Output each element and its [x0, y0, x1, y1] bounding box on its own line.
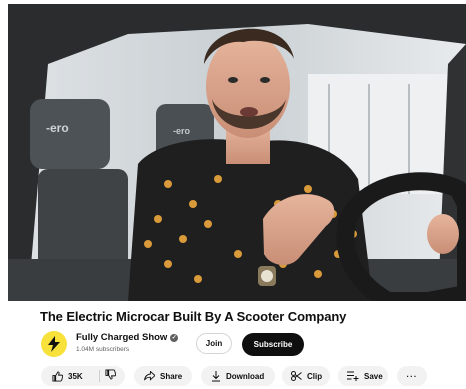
- download-button[interactable]: Download: [201, 366, 275, 386]
- youtube-watch-page: -ero -ero The Electric Microcar Built By…: [0, 0, 466, 389]
- seat-logo-left: -ero: [46, 121, 69, 135]
- share-icon: [144, 371, 155, 381]
- save-label: Save: [364, 371, 383, 381]
- join-button[interactable]: Join: [196, 333, 232, 354]
- action-bar: 35K Share Download Clip Save ···: [0, 366, 466, 388]
- video-player[interactable]: -ero -ero: [8, 4, 466, 301]
- download-icon: [211, 370, 221, 382]
- save-button[interactable]: Save: [338, 366, 388, 386]
- subscribe-button[interactable]: Subscribe: [242, 333, 304, 356]
- channel-avatar[interactable]: [41, 331, 67, 357]
- share-label: Share: [160, 371, 183, 381]
- more-actions-button[interactable]: ···: [397, 366, 427, 386]
- like-count[interactable]: 35K: [68, 372, 83, 381]
- share-button[interactable]: Share: [134, 366, 192, 386]
- more-icon: ···: [406, 371, 418, 381]
- subscriber-count: 1.04M subscribers: [76, 346, 130, 353]
- video-title: The Electric Microcar Built By A Scooter…: [40, 309, 347, 324]
- scissors-icon: [291, 371, 302, 381]
- like-dislike-group: 35K: [41, 366, 125, 386]
- channel-name-label: Fully Charged Show: [76, 332, 168, 343]
- clip-button[interactable]: Clip: [282, 366, 330, 386]
- download-label: Download: [226, 371, 265, 381]
- video-frame: -ero -ero: [8, 4, 466, 301]
- seat-logo-right: -ero: [173, 126, 191, 136]
- channel-row: Fully Charged Show ✓ 1.04M subscribers J…: [41, 329, 341, 359]
- dislike-icon[interactable]: [105, 369, 117, 382]
- like-divider: [99, 370, 100, 382]
- checkmark-icon: ✓: [170, 333, 179, 342]
- add-to-playlist-icon: [347, 371, 359, 381]
- like-icon[interactable]: [52, 370, 63, 382]
- clip-label: Clip: [307, 371, 323, 381]
- channel-name[interactable]: Fully Charged Show ✓: [76, 332, 179, 343]
- lightning-bolt-icon: [48, 336, 60, 352]
